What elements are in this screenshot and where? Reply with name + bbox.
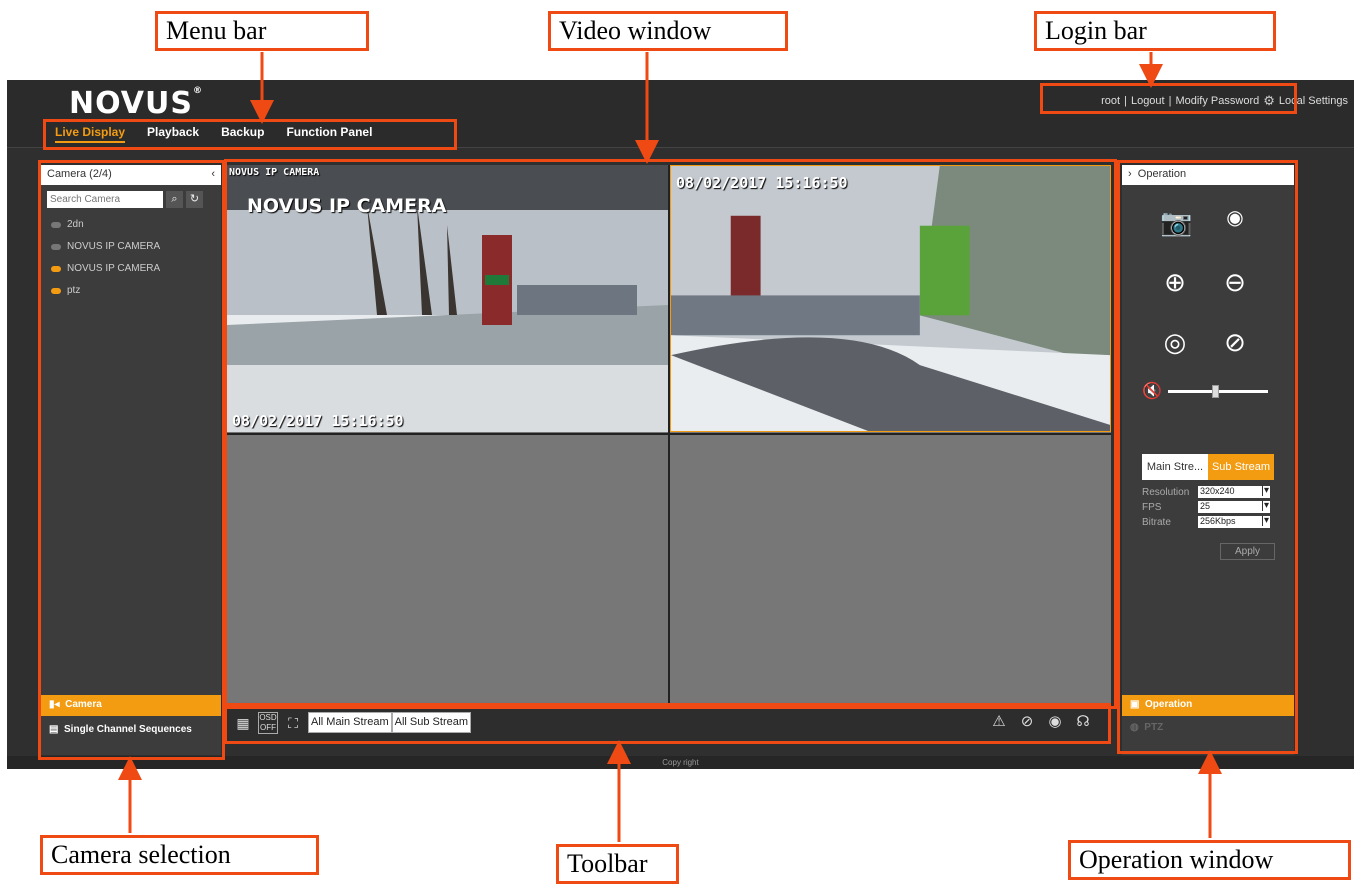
tab-main-stream[interactable]: Main Stre...	[1142, 454, 1208, 480]
separator: |	[1124, 95, 1127, 107]
camera-item[interactable]: NOVUS IP CAMERA	[41, 236, 221, 258]
menu-bar: Live Display Playback Backup Function Pa…	[55, 125, 372, 143]
resolution-select[interactable]: 320x240	[1198, 485, 1270, 498]
osd-small-title: NOVUS IP CAMERA	[229, 167, 320, 178]
footer: Copy right	[7, 756, 1354, 769]
gear-icon[interactable]: ⚙	[1263, 93, 1275, 109]
menu-backup[interactable]: Backup	[221, 125, 264, 143]
video-cell-3[interactable]	[227, 435, 668, 702]
volume-slider[interactable]	[1167, 384, 1268, 398]
modify-password-link[interactable]: Modify Password	[1175, 95, 1259, 107]
stream-tabs: Main Stre... Sub Stream	[1142, 454, 1274, 480]
tab-sub-stream[interactable]: Sub Stream	[1208, 454, 1274, 480]
login-bar-callout: Login bar	[1034, 11, 1276, 51]
snapshot-icon[interactable]: 📷	[1160, 207, 1192, 238]
zoom-out-icon[interactable]: ⊖	[1220, 267, 1250, 298]
video-window-callout: Video window	[548, 11, 788, 51]
menu-live-display[interactable]: Live Display	[55, 125, 126, 143]
camera-list: 2dn NOVUS IP CAMERA NOVUS IP CAMERA ptz	[41, 214, 221, 302]
toolbar: ▦ OSD OFF ⛶ All Main Stream All Sub Strea…	[227, 705, 1111, 740]
camera-icon	[51, 266, 61, 272]
menu-function-panel[interactable]: Function Panel	[286, 125, 372, 143]
header: NOVUS® Live Display Playback Backup Func…	[7, 80, 1354, 148]
bitrate-select[interactable]: 256Kbps	[1198, 515, 1270, 528]
novus-logo: NOVUS®	[69, 86, 203, 121]
camera-item[interactable]: NOVUS IP CAMERA	[41, 258, 221, 280]
toolbar-callout: Toolbar	[556, 844, 679, 884]
tab-operation[interactable]: ▣ Operation	[1122, 695, 1294, 716]
volume-slider-handle[interactable]	[1211, 384, 1219, 398]
alarm-icon[interactable]: ⚠	[989, 712, 1009, 732]
search-icon[interactable]: ⌕	[166, 191, 183, 208]
camera-icon	[51, 222, 61, 228]
camera-icon	[51, 288, 61, 294]
fps-select[interactable]: 25	[1198, 500, 1270, 513]
record-all-icon[interactable]: ◉	[1045, 712, 1065, 732]
talk-disabled-icon[interactable]: ⊘	[1220, 327, 1250, 358]
talk-icon[interactable]: ☊	[1073, 712, 1093, 732]
close-all-preview-icon[interactable]: ⊘	[1017, 712, 1037, 732]
tab-single-channel-sequences[interactable]: ▤ Single Channel Sequences	[41, 717, 221, 743]
apply-button[interactable]: Apply	[1220, 543, 1275, 560]
osd-camera-title: NOVUS IP CAMERA	[247, 195, 447, 217]
all-sub-stream-button[interactable]: All Sub Stream	[391, 712, 472, 733]
fps-label: FPS	[1142, 501, 1162, 513]
osd-timestamp: 08/02/2017 15:16:50	[232, 412, 404, 430]
record-icon[interactable]: ◉	[1220, 205, 1250, 230]
nvr-web-client: NOVUS® Live Display Playback Backup Func…	[7, 80, 1354, 769]
operation-panel: › Operation 📷 ◉ ⊕ ⊖ ◎ ⊘ 🔇 Main Stre... S…	[1122, 165, 1294, 755]
tab-camera[interactable]: ▮◂ Camera	[41, 695, 221, 716]
zoom-in-icon[interactable]: ⊕	[1160, 267, 1190, 298]
video-cell-4[interactable]	[670, 435, 1111, 702]
camera-panel: Camera (2/4) ‹ ⌕ ↻ 2dn NOVUS IP CAMERA N…	[41, 165, 221, 755]
bitrate-label: Bitrate	[1142, 516, 1171, 528]
camera-count: Camera (2/4)	[47, 168, 112, 180]
resolution-label: Resolution	[1142, 486, 1190, 498]
collapse-left-icon[interactable]: ‹	[211, 168, 215, 182]
tab-ptz[interactable]: ◍ PTZ	[1122, 717, 1294, 739]
camera-selection-callout: Camera selection	[40, 835, 319, 875]
video-window: NOVUS IP CAMERA NOVUS IP CAMERA 08/02/20…	[227, 165, 1111, 703]
search-camera-input[interactable]	[47, 191, 163, 208]
camera-feed-image	[671, 166, 1110, 431]
operation-window-callout: Operation window	[1068, 840, 1351, 880]
mute-icon[interactable]: 🔇	[1142, 381, 1162, 401]
camera-panel-header: Camera (2/4) ‹	[41, 165, 221, 185]
grid-layout-icon[interactable]: ▦	[233, 713, 253, 733]
login-bar: root | Logout | Modify Password ⚙ Local …	[1101, 93, 1348, 109]
video-cell-2[interactable]: 08/02/2017 15:16:50	[670, 165, 1111, 432]
menu-playback[interactable]: Playback	[147, 125, 199, 143]
3d-positioning-icon[interactable]: ◎	[1160, 327, 1190, 358]
menu-bar-callout: Menu bar	[155, 11, 369, 51]
refresh-icon[interactable]: ↻	[186, 191, 203, 208]
user-name: root	[1101, 95, 1121, 107]
fullscreen-icon[interactable]: ⛶	[283, 713, 303, 733]
video-cell-1[interactable]: NOVUS IP CAMERA NOVUS IP CAMERA 08/02/20…	[227, 165, 668, 432]
logout-link[interactable]: Logout	[1131, 95, 1165, 107]
local-settings-link[interactable]: Local Settings	[1279, 95, 1348, 107]
divider	[227, 433, 1111, 435]
operation-panel-header: › Operation	[1122, 165, 1294, 185]
osd-timestamp: 08/02/2017 15:16:50	[676, 174, 848, 192]
camera-item[interactable]: ptz	[41, 280, 221, 302]
separator: |	[1168, 95, 1172, 107]
osd-toggle[interactable]: OSD OFF	[258, 711, 278, 734]
camera-icon	[51, 244, 61, 250]
camera-item[interactable]: 2dn	[41, 214, 221, 236]
volume-control: 🔇	[1142, 381, 1268, 401]
stream-params: Resolution 320x240 FPS 25 Bitrate 256Kbps	[1142, 485, 1270, 530]
all-main-stream-button[interactable]: All Main Stream	[308, 712, 392, 733]
